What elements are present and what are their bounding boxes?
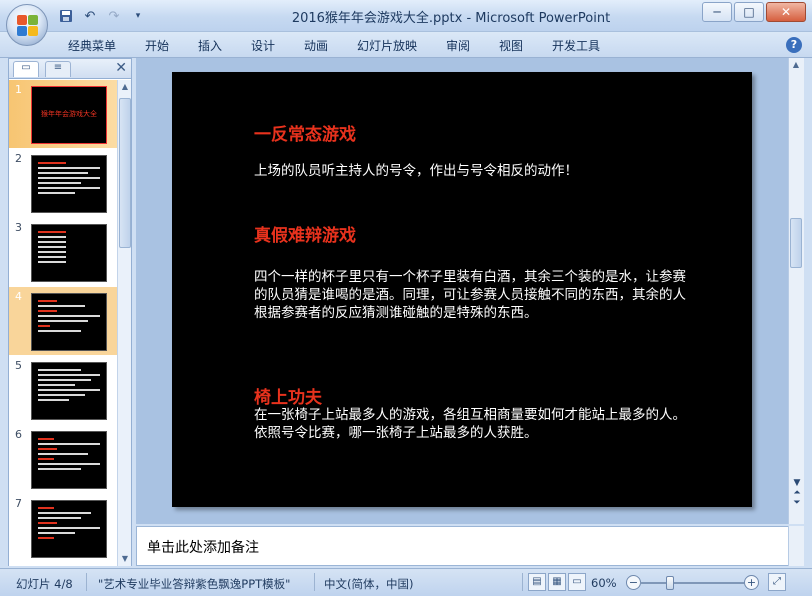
- thumbnail-image: 猴年年会游戏大全: [31, 86, 107, 144]
- undo-icon[interactable]: ↶: [80, 7, 100, 25]
- slides-tab-icon[interactable]: ▭: [13, 61, 39, 77]
- thumbnail-slide-6[interactable]: 6: [9, 425, 117, 493]
- thumbnail-number: 5: [15, 359, 22, 372]
- quick-access-toolbar: ↶ ↷ ▾: [56, 6, 148, 26]
- window-title: 2016猴年年会游戏大全.pptx - Microsoft PowerPoint: [291, 11, 611, 26]
- thumbnail-image: [31, 362, 107, 420]
- slide-scrollbar[interactable]: ▲ ▼ ⏶ ⏷: [788, 58, 804, 524]
- fit-to-window-icon[interactable]: ⤢: [768, 573, 786, 591]
- thumbnail-number: 7: [15, 497, 22, 510]
- slide-nav-arrows[interactable]: ▼ ⏶ ⏷: [790, 478, 804, 508]
- current-slide[interactable]: 一反常态游戏 上场的队员听主持人的号令，作出与号令相反的动作！ 真假难辩游戏 四…: [172, 72, 752, 507]
- thumbnail-slide-3[interactable]: 3: [9, 218, 117, 286]
- slide-heading[interactable]: 真假难辩游戏: [254, 221, 356, 246]
- redo-icon[interactable]: ↷: [104, 7, 124, 25]
- thumbnail-list: 1 猴年年会游戏大全 2 3 4 5 6 7: [9, 80, 117, 566]
- zoom-in-icon[interactable]: +: [744, 575, 759, 590]
- customize-icon[interactable]: ▾: [128, 7, 148, 25]
- pane-tabs: ▭ ≡ ✕: [9, 59, 131, 79]
- status-separator: [86, 573, 87, 591]
- status-separator: [522, 573, 523, 591]
- thumbnail-slide-5[interactable]: 5: [9, 356, 117, 424]
- slide-heading[interactable]: 一反常态游戏: [254, 120, 356, 145]
- slide-heading[interactable]: 椅上功夫: [254, 383, 322, 408]
- window-controls: ─ □ ✕: [702, 2, 806, 22]
- slide-body-text[interactable]: 在一张椅子上站最多人的游戏，各组互相商量要如何才能站上最多的人。依照号令比赛，哪…: [254, 406, 692, 442]
- thumbnail-slide-4[interactable]: 4: [9, 287, 117, 355]
- zoom-out-icon[interactable]: −: [626, 575, 641, 590]
- ribbon-tabs: 经典菜单 开始 插入 设计 动画 幻灯片放映 审阅 视图 开发工具 ?: [0, 32, 812, 58]
- thumbnail-number: 4: [15, 290, 22, 303]
- tab-developer[interactable]: 开发工具: [552, 37, 600, 54]
- thumbnail-caption: 猴年年会游戏大全: [41, 110, 97, 118]
- thumbnail-number: 6: [15, 428, 22, 441]
- status-separator: [314, 573, 315, 591]
- outline-tab-icon[interactable]: ≡: [45, 61, 71, 77]
- thumbnail-image: [31, 224, 107, 282]
- office-button[interactable]: [6, 4, 48, 46]
- zoom-level[interactable]: 60%: [591, 576, 617, 590]
- tab-animations[interactable]: 动画: [304, 37, 328, 54]
- slide-body-text[interactable]: 上场的队员听主持人的号令，作出与号令相反的动作！: [254, 162, 694, 180]
- title-bar: ↶ ↷ ▾ 2016猴年年会游戏大全.pptx - Microsoft Powe…: [0, 0, 812, 32]
- normal-view-icon[interactable]: ▤: [528, 573, 546, 591]
- minimize-button[interactable]: ─: [702, 2, 732, 22]
- office-logo-icon: [17, 15, 39, 37]
- tab-insert[interactable]: 插入: [198, 37, 222, 54]
- tab-home[interactable]: 开始: [145, 37, 169, 54]
- scroll-thumb[interactable]: [790, 218, 802, 268]
- tab-classic-menu[interactable]: 经典菜单: [68, 37, 116, 54]
- thumbnail-image: [31, 431, 107, 489]
- save-icon[interactable]: [56, 7, 76, 25]
- thumbnail-scrollbar[interactable]: ▲ ▼: [117, 80, 131, 566]
- slides-pane: ▭ ≡ ✕ 1 猴年年会游戏大全 2 3 4 5 6 7 ▲ ▼: [8, 58, 132, 566]
- maximize-button[interactable]: □: [734, 2, 764, 22]
- thumbnail-number: 2: [15, 152, 22, 165]
- close-button[interactable]: ✕: [766, 2, 806, 22]
- tab-view[interactable]: 视图: [499, 37, 523, 54]
- thumbnail-image: [31, 293, 107, 351]
- zoom-slider-knob[interactable]: [666, 576, 674, 590]
- slide-sorter-icon[interactable]: ▦: [548, 573, 566, 591]
- scroll-thumb[interactable]: [119, 98, 131, 248]
- language-indicator[interactable]: 中文(简体，中国): [324, 576, 413, 592]
- tab-slide-show[interactable]: 幻灯片放映: [357, 37, 417, 54]
- thumbnail-number: 1: [15, 83, 22, 96]
- thumbnail-slide-1[interactable]: 1 猴年年会游戏大全: [9, 80, 117, 148]
- thumbnail-image: [31, 500, 107, 558]
- notes-scrollbar[interactable]: [788, 526, 804, 566]
- zoom-slider[interactable]: [640, 582, 744, 584]
- theme-name: "艺术专业毕业答辩紫色飘逸PPT模板": [98, 577, 291, 591]
- slide-body-text[interactable]: 四个一样的杯子里只有一个杯子里装有白酒，其余三个装的是水，让参赛的队员猜是谁喝的…: [254, 268, 692, 322]
- scroll-up-icon[interactable]: ▲: [119, 80, 131, 94]
- notes-pane[interactable]: 单击此处添加备注: [136, 526, 792, 566]
- slideshow-view-icon[interactable]: ▭: [568, 573, 586, 591]
- slide-editor: 一反常态游戏 上场的队员听主持人的号令，作出与号令相反的动作！ 真假难辩游戏 四…: [136, 58, 792, 524]
- thumbnail-slide-7[interactable]: 7: [9, 494, 117, 562]
- scroll-up-icon[interactable]: ▲: [790, 58, 802, 72]
- notes-placeholder[interactable]: 单击此处添加备注: [147, 537, 259, 557]
- help-icon[interactable]: ?: [786, 37, 802, 53]
- status-bar: 幻灯片 4/8 "艺术专业毕业答辩紫色飘逸PPT模板" 中文(简体，中国) ▤ …: [0, 568, 812, 596]
- pane-close-icon[interactable]: ✕: [115, 60, 127, 76]
- scroll-down-icon[interactable]: ▼: [119, 552, 131, 566]
- thumbnail-image: [31, 155, 107, 213]
- thumbnail-slide-2[interactable]: 2: [9, 149, 117, 217]
- slide-counter: 幻灯片 4/8: [16, 577, 73, 591]
- tab-design[interactable]: 设计: [251, 37, 275, 54]
- tab-review[interactable]: 审阅: [446, 37, 470, 54]
- thumbnail-number: 3: [15, 221, 22, 234]
